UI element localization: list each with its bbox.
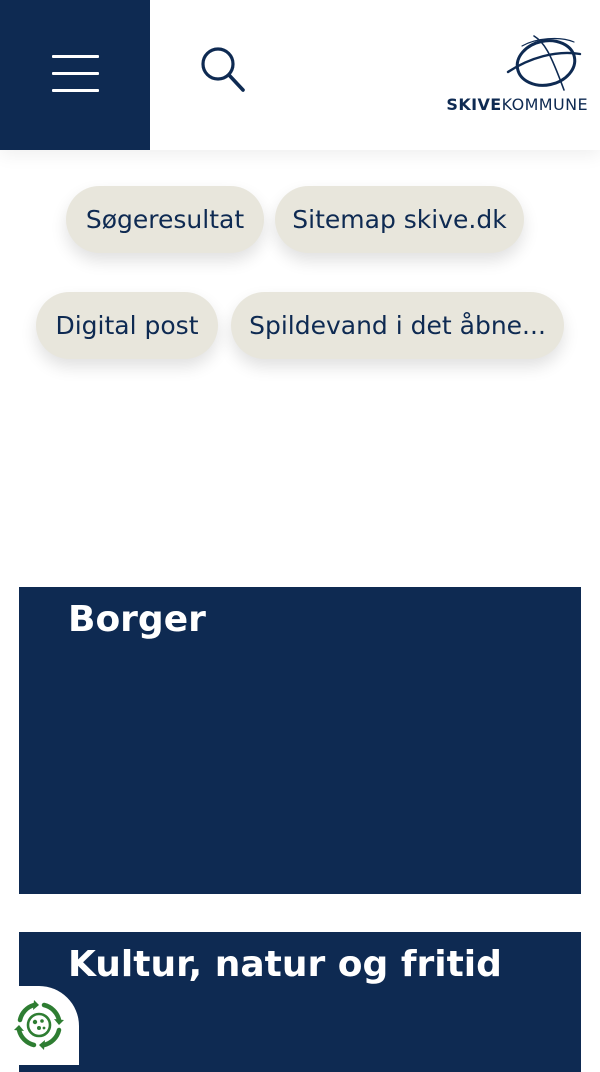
logo-text-kommune: KOMMUNE <box>501 95 588 114</box>
quick-link-digital-post[interactable]: Digital post <box>36 292 218 359</box>
category-title: Kultur, natur og fritid <box>68 944 502 985</box>
logo-text: SKIVEKOMMUNE <box>446 95 588 114</box>
logo-text-skive: SKIVE <box>446 95 502 114</box>
floating-widget-button[interactable] <box>0 986 79 1065</box>
recycle-widget-icon <box>14 1000 64 1050</box>
hamburger-menu-icon <box>52 55 99 58</box>
category-title: Borger <box>68 599 206 640</box>
skive-kommune-logo[interactable]: SKIVEKOMMUNE <box>446 30 588 120</box>
hamburger-menu-icon-bar <box>52 89 99 92</box>
menu-button[interactable] <box>0 0 150 150</box>
quick-link-soegeresultat[interactable]: Søgeresultat <box>66 186 264 253</box>
site-header: SKIVEKOMMUNE <box>0 0 600 150</box>
search-button[interactable] <box>196 42 252 98</box>
logo-emblem-icon <box>506 35 582 91</box>
category-card-borger[interactable]: Borger <box>19 587 581 894</box>
quick-link-sitemap[interactable]: Sitemap skive.dk <box>275 186 524 253</box>
category-card-kultur-natur-fritid[interactable]: Kultur, natur og fritid <box>19 932 581 1072</box>
hamburger-menu-icon-bar <box>52 72 99 75</box>
quick-link-spildevand[interactable]: Spildevand i det åbne... <box>231 292 564 359</box>
search-icon <box>201 47 245 92</box>
